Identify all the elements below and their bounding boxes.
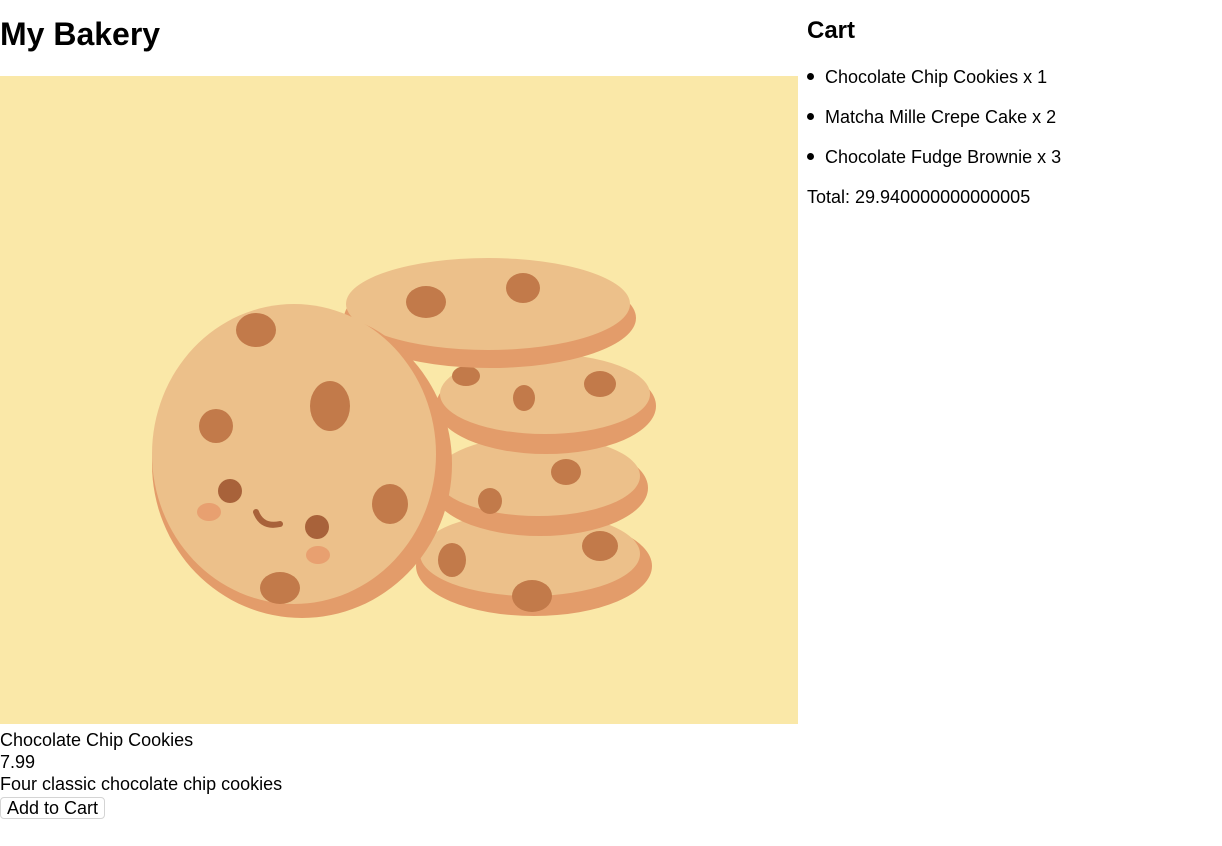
cart-item-label: Chocolate Chip Cookies x 1 bbox=[825, 67, 1048, 87]
cart-item-label: Chocolate Fudge Brownie x 3 bbox=[825, 147, 1062, 167]
site-title: My Bakery bbox=[0, 16, 161, 52]
add-to-cart-button[interactable]: Add to Cart bbox=[0, 797, 106, 819]
product-price: 7.99 bbox=[0, 752, 36, 772]
bullet-icon bbox=[807, 73, 814, 80]
cart-list: Chocolate Chip Cookies x 1 Matcha Mille … bbox=[807, 66, 1061, 186]
cart-item: Chocolate Chip Cookies x 1 bbox=[807, 66, 1061, 106]
page: My Bakery Chocolate Chip Cookies 7.99 Fo… bbox=[0, 0, 1222, 846]
product-name: Chocolate Chip Cookies bbox=[0, 730, 194, 750]
cart-total: Total: 29.940000000000005 bbox=[807, 187, 1031, 207]
product-info: Chocolate Chip Cookies 7.99 Four classic… bbox=[0, 729, 282, 819]
cart-item: Matcha Mille Crepe Cake x 2 bbox=[807, 106, 1061, 146]
product-image bbox=[0, 76, 798, 724]
cart-title: Cart bbox=[807, 17, 856, 44]
cart-item-label: Matcha Mille Crepe Cake x 2 bbox=[825, 107, 1057, 127]
product-description: Four classic chocolate chip cookies bbox=[0, 774, 283, 794]
bullet-icon bbox=[807, 113, 814, 120]
cart-item: Chocolate Fudge Brownie x 3 bbox=[807, 146, 1061, 186]
bullet-icon bbox=[807, 153, 814, 160]
